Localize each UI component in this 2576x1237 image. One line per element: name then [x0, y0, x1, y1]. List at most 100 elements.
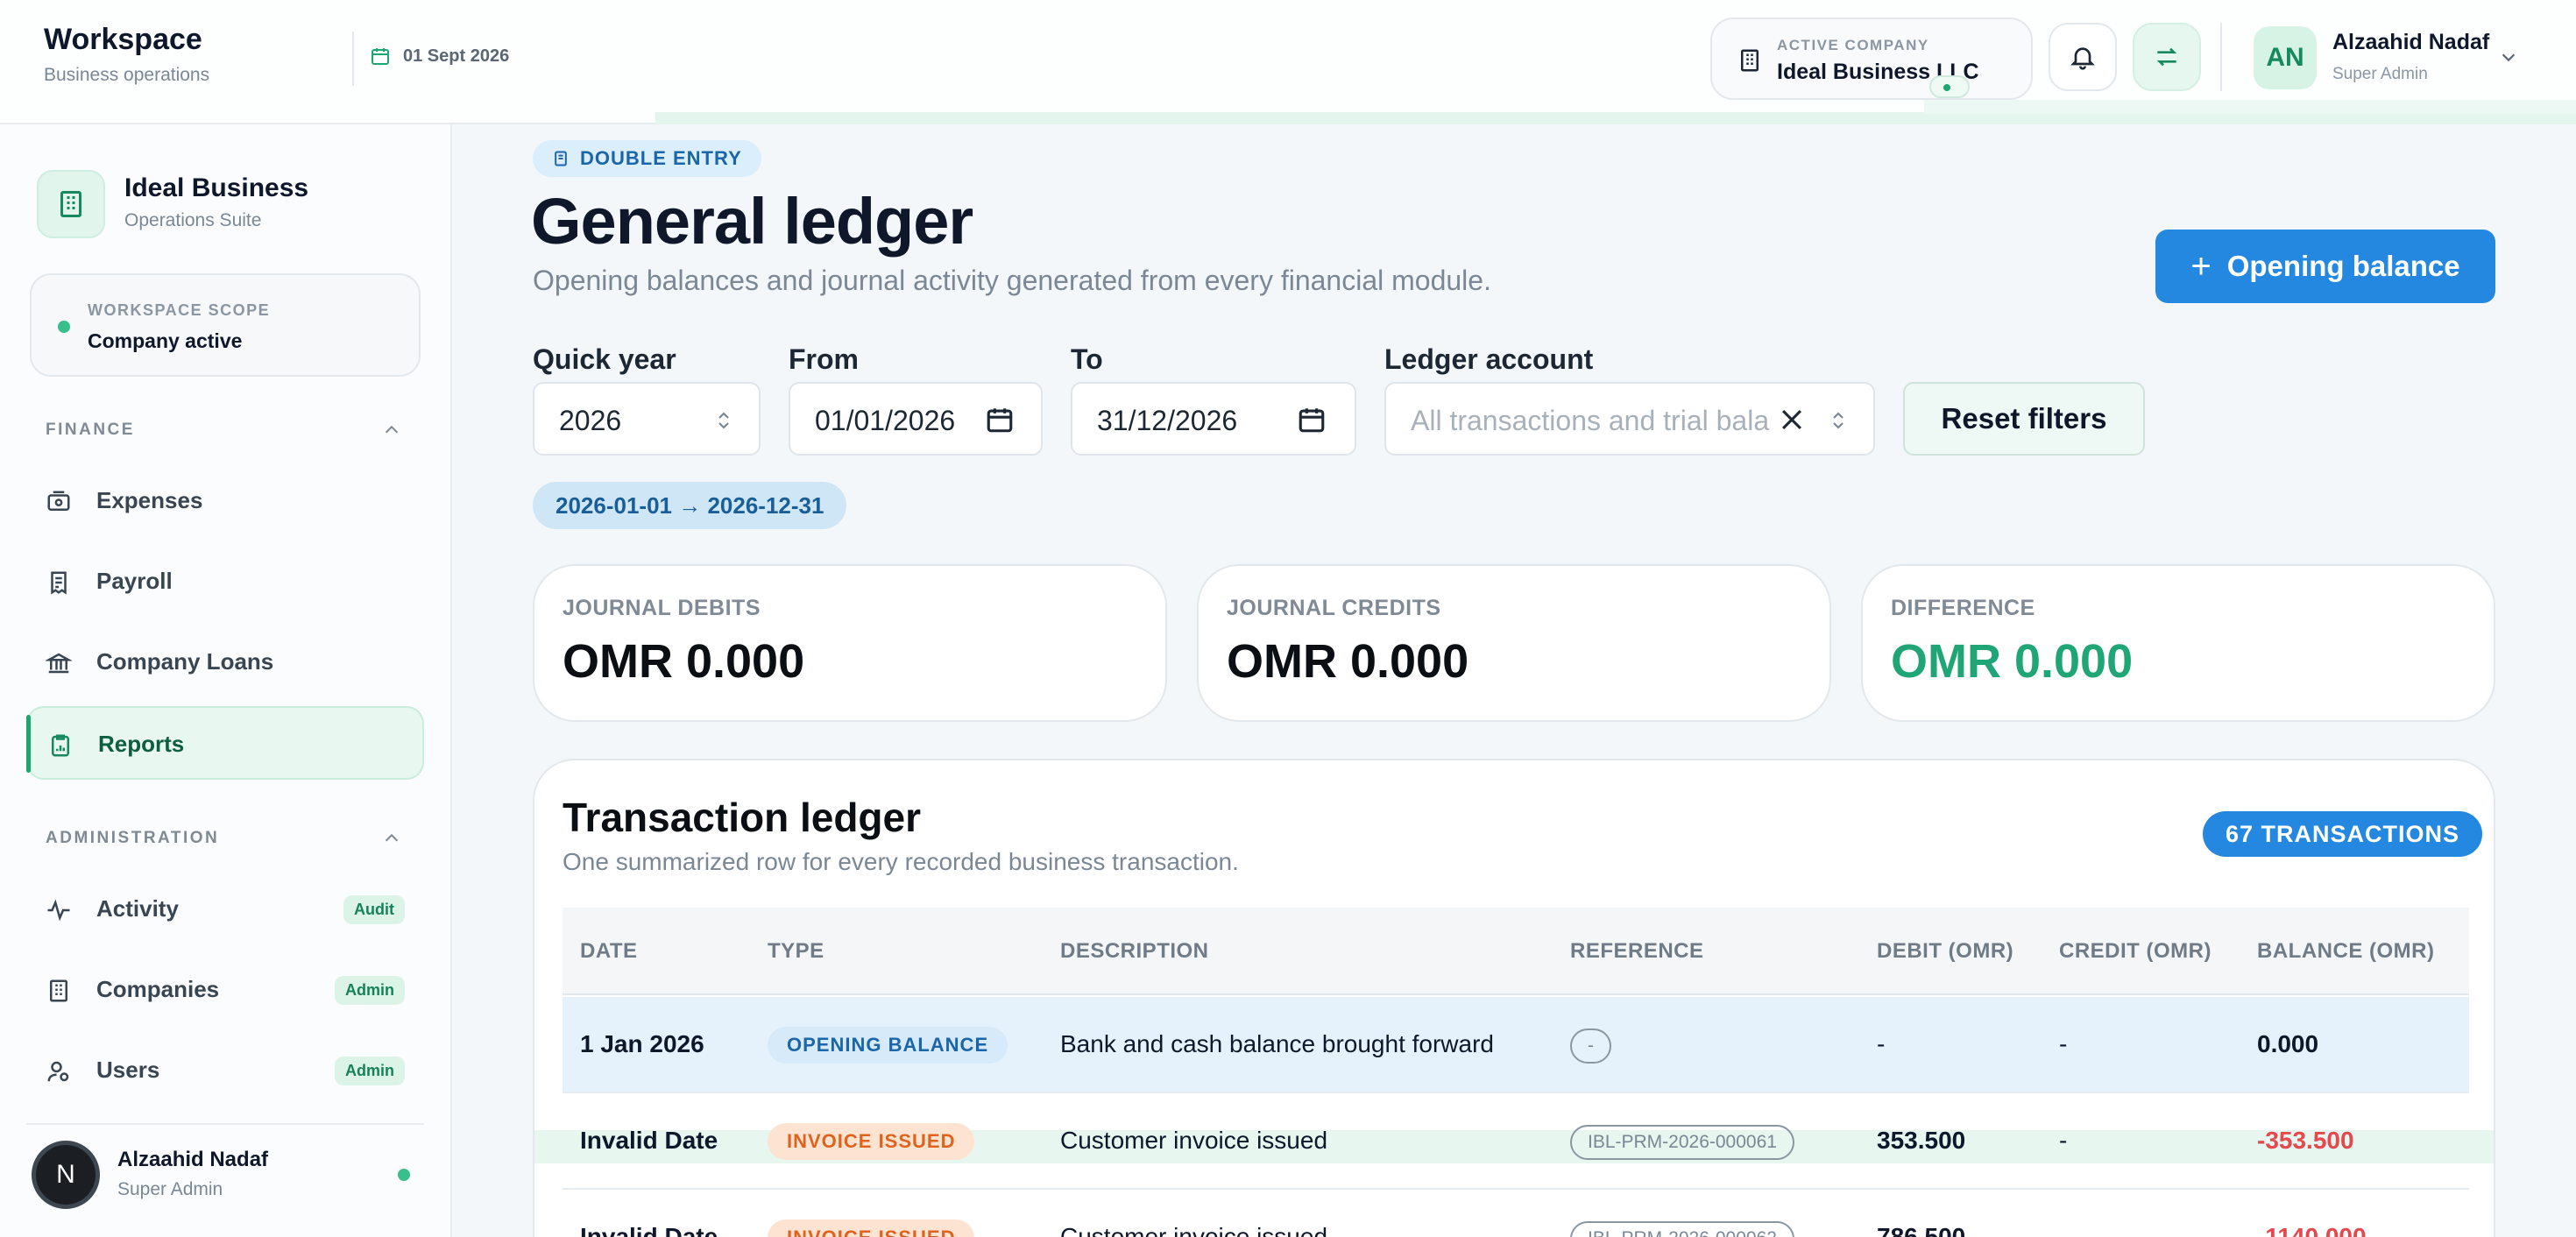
sidebar: Ideal Business Operations Suite WORKSPAC…	[0, 124, 452, 1237]
sidebar-item-label: Users	[96, 1057, 160, 1083]
sidebar-item-label: Reports	[98, 731, 185, 757]
user-role: Super Admin	[2332, 65, 2428, 83]
column-header[interactable]: DESCRIPTION	[1060, 939, 1209, 964]
ledger-icon	[555, 151, 567, 166]
chevron-up-icon[interactable]	[382, 829, 401, 848]
table-row[interactable]: Invalid Date INVOICE ISSUED Customer inv…	[563, 1093, 2469, 1190]
sidebar-item-reports[interactable]: Reports	[26, 706, 424, 780]
org-logo	[37, 170, 105, 238]
column-header[interactable]: REFERENCE	[1570, 939, 1704, 964]
calendar-icon[interactable]	[1297, 405, 1327, 435]
admin-badge: Admin	[335, 976, 405, 1005]
workspace-title: Workspace	[44, 23, 202, 56]
sidebar-item-label: Company Loans	[96, 648, 274, 675]
payroll-icon	[51, 571, 67, 595]
column-header[interactable]: TYPE	[768, 939, 824, 964]
activity-icon	[47, 899, 70, 922]
status-dot	[58, 321, 70, 333]
quick-year-select[interactable]: 2026	[533, 382, 761, 456]
reports-icon	[52, 734, 69, 757]
to-date-input[interactable]: 31/12/2026	[1071, 382, 1356, 456]
row-debit: 786.500	[1877, 1223, 1966, 1237]
to-date-value: 31/12/2026	[1097, 405, 1238, 436]
ledger-account-placeholder: All transactions and trial bala	[1411, 405, 1770, 436]
active-company-label: ACTIVE COMPANY	[1777, 37, 1929, 53]
divider	[2220, 23, 2222, 91]
calendar-icon[interactable]	[985, 405, 1015, 435]
column-header[interactable]: BALANCE (OMR)	[2257, 939, 2434, 964]
stat-label: JOURNAL CREDITS	[1227, 596, 1441, 620]
building-icon	[1741, 49, 1759, 72]
row-date: 1 Jan 2026	[580, 1030, 704, 1057]
table-row[interactable]: 1 Jan 2026 OPENING BALANCE Bank and cash…	[563, 997, 2469, 1093]
type-badge: OPENING BALANCE	[768, 1027, 1008, 1064]
row-balance: -353.500	[2257, 1127, 2354, 1154]
user-name[interactable]: Alzaahid Nadaf	[2332, 30, 2489, 55]
divider	[352, 32, 354, 86]
building-icon	[50, 979, 67, 1002]
workspace-subtitle: Business operations	[44, 65, 210, 85]
column-header[interactable]: DEBIT (OMR)	[1877, 939, 2013, 964]
notifications-button[interactable]	[2049, 23, 2117, 91]
divider	[26, 1123, 424, 1125]
stat-value: OMR 0.000	[563, 635, 805, 688]
transaction-ledger-card: Transaction ledger One summarized row fo…	[533, 759, 2495, 1237]
bell-icon	[2070, 47, 2095, 70]
section-administration-label: ADMINISTRATION	[46, 829, 220, 847]
page-subtitle: Opening balances and journal activity ge…	[533, 265, 1491, 296]
reference-badge[interactable]: -	[1570, 1028, 1611, 1064]
scope-label: WORKSPACE SCOPE	[88, 301, 271, 319]
ledger-subtitle: One summarized row for every recorded bu…	[563, 848, 1239, 875]
switch-company-button[interactable]	[2133, 23, 2201, 91]
footer-user-name: Alzaahid Nadaf	[117, 1148, 269, 1171]
page-title: General ledger	[531, 185, 973, 258]
from-date-value: 01/01/2026	[815, 405, 956, 436]
company-status-toggle	[1929, 75, 1970, 98]
sidebar-item-label: Payroll	[96, 568, 173, 594]
sidebar-item-users[interactable]: Users Admin	[26, 1034, 424, 1107]
reference-badge[interactable]: IBL-PRM-2026-000062	[1570, 1221, 1794, 1237]
ledger-account-select[interactable]: All transactions and trial bala	[1384, 382, 1875, 456]
row-credit: -	[2059, 1223, 2068, 1237]
footer-user-role: Super Admin	[117, 1179, 223, 1199]
date-range-pill: 2026-01-01 → 2026-12-31	[533, 482, 847, 529]
ledger-title: Transaction ledger	[563, 795, 922, 840]
sidebar-item-companies[interactable]: Companies Admin	[26, 953, 424, 1027]
sidebar-item-activity[interactable]: Activity Audit	[26, 873, 424, 946]
online-status-dot	[398, 1169, 410, 1181]
row-description: Customer invoice issued	[1060, 1127, 1328, 1154]
reset-filters-button[interactable]: Reset filters	[1903, 382, 2145, 456]
sidebar-item-payroll[interactable]: Payroll	[26, 545, 424, 618]
user-avatar[interactable]: AN	[2254, 26, 2317, 89]
stat-label: JOURNAL DEBITS	[563, 596, 761, 620]
section-finance-label: FINANCE	[46, 421, 135, 439]
sidebar-item-label: Activity	[96, 895, 179, 922]
table-row[interactable]: Invalid Date INVOICE ISSUED Customer inv…	[563, 1190, 2469, 1237]
from-date-input[interactable]: 01/01/2026	[789, 382, 1043, 456]
chevron-up-icon[interactable]	[382, 421, 401, 440]
chevron-down-icon[interactable]	[2499, 47, 2518, 67]
sidebar-item-company-loans[interactable]: Company Loans	[26, 626, 424, 699]
column-header[interactable]: DATE	[580, 939, 638, 964]
reference-badge[interactable]: IBL-PRM-2026-000061	[1570, 1125, 1794, 1160]
journal-debits-card: JOURNAL DEBITS OMR 0.000	[533, 564, 1167, 722]
column-header[interactable]: CREDIT (OMR)	[2059, 939, 2212, 964]
opening-balance-label: Opening balance	[2226, 250, 2460, 282]
row-description: Bank and cash balance brought forward	[1060, 1030, 1494, 1057]
active-company-selector[interactable]: ACTIVE COMPANY Ideal Business LLC	[1710, 18, 2033, 100]
admin-badge: Admin	[335, 1057, 405, 1085]
close-icon[interactable]	[1777, 405, 1807, 435]
row-balance: -1140.000	[2257, 1223, 2367, 1237]
calendar-icon	[372, 48, 389, 65]
org-subtitle: Operations Suite	[124, 210, 262, 230]
sidebar-item-expenses[interactable]: Expenses	[26, 464, 424, 538]
decorative-strip	[655, 112, 2576, 124]
opening-balance-button[interactable]: + Opening balance	[2155, 230, 2495, 303]
footer-avatar[interactable]: N	[32, 1141, 100, 1209]
users-icon	[47, 1061, 69, 1082]
row-description: Customer invoice issued	[1060, 1223, 1328, 1237]
sidebar-item-label: Companies	[96, 976, 220, 1002]
current-date: 01 Sept 2026	[370, 46, 509, 67]
stat-label: DIFFERENCE	[1891, 596, 2035, 620]
ledger-account-label: Ledger account	[1384, 343, 1594, 375]
